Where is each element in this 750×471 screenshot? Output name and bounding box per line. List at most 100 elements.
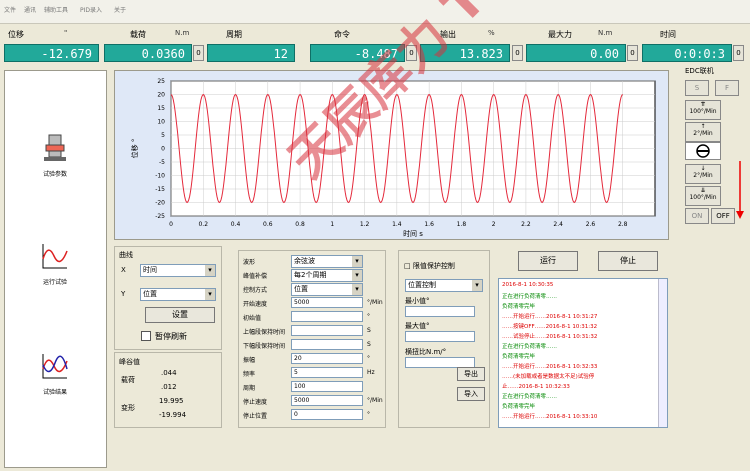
param-label: 开始速度 bbox=[243, 301, 268, 308]
menu-pid[interactable]: PID录入 bbox=[80, 5, 102, 14]
max-field[interactable] bbox=[405, 331, 475, 342]
x-tick-label: 2 bbox=[492, 221, 496, 228]
readout-time: 0:0:0:3 bbox=[642, 44, 732, 62]
zero-button-load[interactable]: 0 bbox=[193, 45, 204, 61]
param-field[interactable] bbox=[291, 325, 363, 336]
edc-off-button[interactable]: OFF bbox=[711, 208, 735, 224]
sidebar-item-run-test[interactable]: 运行试验 bbox=[25, 241, 85, 286]
up-arrow-icon: ↑ bbox=[700, 123, 706, 130]
edc-slow-up-button[interactable]: ↑ 2°/Min bbox=[685, 122, 721, 142]
readout-displacement: -12.679 bbox=[4, 44, 99, 62]
menu-tools[interactable]: 辅助工具 bbox=[44, 5, 68, 14]
zero-button-maxforce[interactable]: 0 bbox=[627, 45, 638, 61]
x-tick-label: 0.2 bbox=[198, 221, 208, 228]
x-tick-label: 2.6 bbox=[586, 221, 596, 228]
import-button[interactable]: 导入 bbox=[457, 387, 485, 401]
edc-on-button[interactable]: ON bbox=[685, 208, 709, 224]
param-label: 周期 bbox=[243, 385, 256, 392]
y-tick-label: 5 bbox=[161, 132, 165, 139]
edc-slow-down-button[interactable]: ↓ 2°/Min bbox=[685, 164, 721, 184]
param-field[interactable] bbox=[291, 311, 363, 322]
x-axis-label: X bbox=[121, 266, 126, 274]
x-axis-select[interactable]: 时间 bbox=[140, 264, 216, 277]
y-axis-select[interactable]: 位置 bbox=[140, 288, 216, 301]
zero-button-output[interactable]: 0 bbox=[512, 45, 523, 61]
red-down-arrow-icon bbox=[736, 161, 744, 219]
edc-stop-button[interactable] bbox=[685, 142, 721, 160]
menu-comm[interactable]: 通讯 bbox=[24, 5, 36, 14]
param-label: 初始值 bbox=[243, 315, 262, 322]
x-tick-label: 2.4 bbox=[553, 221, 563, 228]
edc-s-button[interactable]: S bbox=[685, 80, 709, 96]
menu-file[interactable]: 文件 bbox=[4, 5, 16, 14]
sidebar-item-test-params[interactable]: 试验参数 bbox=[25, 133, 85, 178]
sidebar: 试验参数 运行试验 试验结果 bbox=[4, 70, 107, 468]
param-unit: °/Min bbox=[367, 397, 383, 404]
y-tick-label: 0 bbox=[161, 146, 165, 153]
zero-button-time[interactable]: 0 bbox=[733, 45, 744, 61]
min-field[interactable] bbox=[405, 306, 475, 317]
x-tick-label: 0.8 bbox=[295, 221, 305, 228]
y-tick-label: -20 bbox=[155, 200, 165, 207]
run-button[interactable]: 运行 bbox=[518, 251, 578, 271]
set-button[interactable]: 设置 bbox=[145, 307, 215, 323]
param-label: 停止速度 bbox=[243, 399, 268, 406]
edc-title: EDC联机 bbox=[685, 67, 714, 75]
param-field[interactable]: 0 bbox=[291, 409, 363, 420]
log-line: 止……2016-8-1 10:32:33 bbox=[502, 384, 570, 390]
peak-disp-label: 变形 bbox=[121, 404, 135, 412]
param-label: 控制方式 bbox=[243, 287, 268, 294]
y-axis-label: Y bbox=[121, 290, 126, 298]
edc-fast-down-label: 100°/Min bbox=[689, 194, 717, 201]
protect-panel: □ 限值保护控制 位置控制 最小值° 最大值° 横扭比N.m/° 导出 导入 bbox=[398, 250, 490, 428]
stop-button[interactable]: 停止 bbox=[598, 251, 658, 271]
param-field[interactable]: 20 bbox=[291, 353, 363, 364]
x-tick-label: 2.2 bbox=[521, 221, 531, 228]
param-unit: ° bbox=[367, 411, 370, 418]
edc-panel: EDC联机 S F ⇈ 100°/Min ↑ 2°/Min ↓ 2°/Min ⇊ 100… bbox=[675, 66, 747, 236]
sidebar-item-results[interactable]: 试验结果 bbox=[25, 351, 85, 396]
param-field[interactable]: 100 bbox=[291, 381, 363, 392]
param-unit: °/Min bbox=[367, 299, 383, 306]
export-button[interactable]: 导出 bbox=[457, 367, 485, 381]
protect-mode-select[interactable]: 位置控制 bbox=[405, 279, 483, 292]
log-line: 负荷清零完毕 bbox=[502, 354, 536, 360]
readout-unit-load: N.m bbox=[175, 29, 190, 37]
edc-fast-up-button[interactable]: ⇈ 100°/Min bbox=[685, 100, 721, 120]
curve-title: 曲线 bbox=[119, 251, 133, 259]
peak-load-label: 载荷 bbox=[121, 376, 135, 384]
readout-load: 0.0360 bbox=[104, 44, 192, 62]
peaks-panel: 峰谷值 载荷 .044 .012 变形 19.995 -19.994 bbox=[114, 352, 222, 428]
y-tick-label: 20 bbox=[157, 92, 165, 99]
param-field[interactable]: 5000 bbox=[291, 395, 363, 406]
readout-unit-output: % bbox=[488, 29, 495, 37]
param-field[interactable] bbox=[291, 339, 363, 350]
param-unit: ° bbox=[367, 355, 370, 362]
readout-unit-displacement: " bbox=[64, 29, 68, 37]
x-tick-label: 1.4 bbox=[392, 221, 402, 228]
param-select[interactable]: 余弦波 bbox=[291, 255, 363, 268]
readout-title-command: 命令 bbox=[334, 30, 350, 39]
menu-about[interactable]: 关于 bbox=[114, 5, 126, 14]
pause-refresh-checkbox[interactable] bbox=[141, 331, 151, 341]
param-select[interactable]: 每2个周期 bbox=[291, 269, 363, 282]
log-line: ……开始运行……2016-8-1 10:31:27 bbox=[502, 314, 598, 320]
param-unit: ° bbox=[367, 313, 370, 320]
param-label: 频率 bbox=[243, 371, 256, 378]
x-tick-label: 1.2 bbox=[360, 221, 370, 228]
param-select[interactable]: 位置 bbox=[291, 283, 363, 296]
log-line: ……开始运行……2016-8-1 10:33:10 bbox=[502, 414, 598, 420]
peak-load-max: .044 bbox=[161, 369, 177, 377]
param-unit: S bbox=[367, 341, 371, 348]
y-tick-label: 15 bbox=[157, 105, 165, 112]
param-field[interactable]: 5 bbox=[291, 367, 363, 378]
edc-f-button[interactable]: F bbox=[715, 80, 739, 96]
x-axis-label: 时间 s bbox=[403, 229, 423, 238]
param-field[interactable]: 5000 bbox=[291, 297, 363, 308]
edc-fast-down-button[interactable]: ⇊ 100°/Min bbox=[685, 186, 721, 206]
test-params-icon bbox=[44, 134, 66, 161]
log-scrollbar[interactable] bbox=[658, 279, 667, 427]
param-label: 停止位置 bbox=[243, 413, 268, 420]
y-tick-label: 25 bbox=[157, 78, 165, 85]
sidebar-label: 试验结果 bbox=[42, 389, 67, 396]
